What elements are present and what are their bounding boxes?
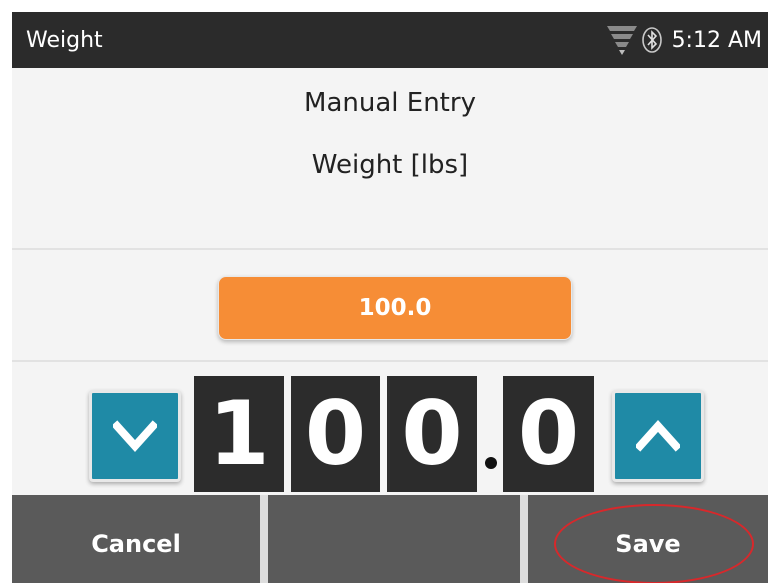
blank-button[interactable] [268, 495, 520, 583]
digit-ones[interactable]: 0 [387, 376, 477, 492]
chevron-up-icon [636, 420, 680, 452]
divider-top [12, 248, 768, 250]
value-display-button[interactable]: 100.0 [218, 276, 572, 340]
clock: 5:12 AM [671, 27, 762, 53]
decrement-button[interactable] [89, 390, 181, 482]
divider-middle [12, 360, 768, 362]
decimal-point [485, 457, 497, 469]
wifi-icon [606, 26, 637, 55]
page-title: Manual Entry [304, 88, 476, 118]
increment-button[interactable] [612, 390, 704, 482]
digit-tenths[interactable]: 0 [503, 376, 594, 492]
status-bar-right: 5:12 AM [606, 12, 762, 68]
chevron-down-icon [113, 420, 157, 452]
page-subtitle: Weight [lbs] [311, 150, 469, 180]
header: Manual Entry Weight [lbs] [12, 68, 768, 248]
digit-hundreds[interactable]: 1 [194, 376, 284, 492]
status-bar: Weight 5:12 AM [12, 12, 768, 68]
cancel-button[interactable]: Cancel [12, 495, 260, 583]
digit-tens[interactable]: 0 [291, 376, 380, 492]
save-highlight-circle [554, 504, 754, 583]
bluetooth-icon [641, 27, 662, 53]
screen: Weight 5:12 AM Manual Entry Weight [lbs]… [12, 12, 768, 583]
status-bar-title: Weight [26, 28, 103, 53]
